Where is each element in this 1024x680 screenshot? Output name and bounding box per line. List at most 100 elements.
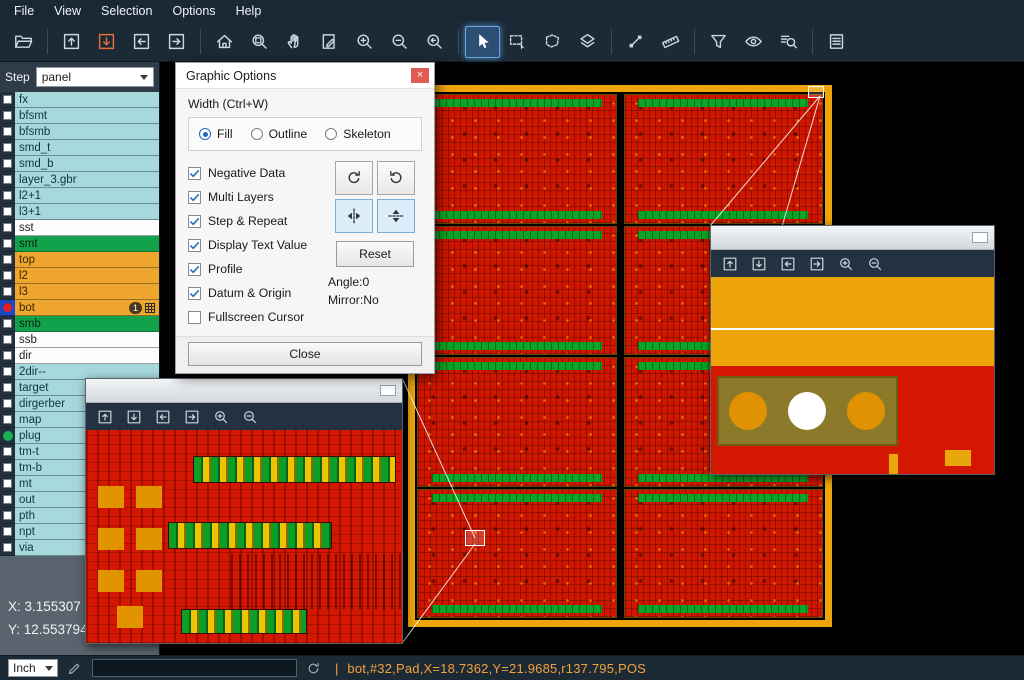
layer-visibility-checkbox[interactable]: [0, 108, 15, 124]
mag-zoom-out-button[interactable]: [860, 252, 889, 275]
import-left-button[interactable]: [124, 26, 159, 58]
layer-visibility-checkbox[interactable]: [0, 492, 15, 508]
layer-item-l2[interactable]: l2: [15, 268, 159, 284]
layer-visibility-checkbox[interactable]: [0, 316, 15, 332]
menu-options[interactable]: Options: [162, 0, 225, 22]
layer-visibility-checkbox[interactable]: [0, 348, 15, 364]
magnifier2-title-bar[interactable]: [711, 226, 994, 250]
layer-item-smb[interactable]: smb: [15, 316, 159, 332]
checkbox-multi-layers[interactable]: Multi Layers: [188, 185, 328, 209]
layer-visibility-checkbox[interactable]: [0, 380, 15, 396]
find-text-tool-button[interactable]: [771, 26, 806, 58]
mag-import-down-button[interactable]: [744, 252, 773, 275]
layer-visibility-checkbox[interactable]: [0, 444, 15, 460]
layer-visibility-checkbox[interactable]: [0, 204, 15, 220]
select-tool-button[interactable]: [465, 26, 500, 58]
unit-select[interactable]: Inch: [8, 659, 58, 677]
layer-item-sst[interactable]: sst: [15, 220, 159, 236]
filter-tool-button[interactable]: [701, 26, 736, 58]
zoom-window-button[interactable]: [242, 26, 277, 58]
visibility-tool-button[interactable]: [736, 26, 771, 58]
pan-tool-button[interactable]: [277, 26, 312, 58]
measure-line-tool-button[interactable]: [618, 26, 653, 58]
layer-visibility-checkbox[interactable]: [0, 220, 15, 236]
zoom-home-button[interactable]: [207, 26, 242, 58]
checkbox-fullscreen-cursor[interactable]: Fullscreen Cursor: [188, 305, 328, 329]
checkbox-step-repeat[interactable]: Step & Repeat: [188, 209, 328, 233]
mag-import-left-button[interactable]: [773, 252, 802, 275]
layer-visibility-checkbox[interactable]: [0, 332, 15, 348]
layer-item-fx[interactable]: fx: [15, 92, 159, 108]
layer-item-ssb[interactable]: ssb: [15, 332, 159, 348]
radio-outline[interactable]: Outline: [251, 127, 308, 141]
ruler-tool-button[interactable]: [653, 26, 688, 58]
layer-visibility-checkbox[interactable]: [0, 412, 15, 428]
menu-help[interactable]: Help: [226, 0, 272, 22]
mag-zoom-out-button[interactable]: [235, 405, 264, 428]
layer-visibility-checkbox[interactable]: [0, 540, 15, 556]
layer-item-bfsmb[interactable]: bfsmb: [15, 124, 159, 140]
mirror-vertical-button[interactable]: [377, 199, 415, 233]
mag-export-up-button[interactable]: [90, 405, 119, 428]
layer-active-indicator[interactable]: [0, 300, 15, 316]
poly-select-tool-button[interactable]: [535, 26, 570, 58]
checkbox-profile[interactable]: Profile: [188, 257, 328, 281]
layer-stack-tool-button[interactable]: [570, 26, 605, 58]
window-button-icon[interactable]: [972, 232, 988, 243]
checkbox-negative-data[interactable]: Negative Data: [188, 161, 328, 185]
rotate-ccw-button[interactable]: [377, 161, 415, 195]
magnifier1-title-bar[interactable]: [86, 379, 402, 403]
layer-visibility-checkbox[interactable]: [0, 252, 15, 268]
layer-item-bot[interactable]: bot1: [15, 300, 159, 316]
mag-export-right-button[interactable]: [177, 405, 206, 428]
layer-item-smd-b[interactable]: smd_b: [15, 156, 159, 172]
zoom-previous-button[interactable]: [417, 26, 452, 58]
layer-item-layer-3-gbr[interactable]: layer_3.gbr: [15, 172, 159, 188]
rotate-cw-button[interactable]: [335, 161, 373, 195]
layer-visibility-checkbox[interactable]: [0, 124, 15, 140]
layer-visibility-checkbox[interactable]: [0, 188, 15, 204]
mag-zoom-in-button[interactable]: [206, 405, 235, 428]
close-button[interactable]: ×: [411, 68, 429, 83]
dialog-close-button[interactable]: Close: [188, 342, 422, 366]
refresh-icon[interactable]: [306, 661, 321, 676]
mag-export-right-button[interactable]: [802, 252, 831, 275]
import-down-button[interactable]: [89, 26, 124, 58]
layer-visibility-checkbox[interactable]: [0, 268, 15, 284]
layer-visibility-checkbox[interactable]: [0, 172, 15, 188]
mirror-horizontal-button[interactable]: [335, 199, 373, 233]
layer-visibility-checkbox[interactable]: [0, 284, 15, 300]
layer-visibility-checkbox[interactable]: [0, 508, 15, 524]
layer-item-l3-1[interactable]: l3+1: [15, 204, 159, 220]
layer-item-top[interactable]: top: [15, 252, 159, 268]
layer-visibility-checkbox[interactable]: [0, 140, 15, 156]
mag-import-left-button[interactable]: [148, 405, 177, 428]
radio-skeleton[interactable]: Skeleton: [325, 127, 390, 141]
radio-fill[interactable]: Fill: [199, 127, 233, 141]
open-file-button[interactable]: [6, 26, 41, 58]
layer-item-dir[interactable]: dir: [15, 348, 159, 364]
report-tool-button[interactable]: [819, 26, 854, 58]
layer-item-l3[interactable]: l3: [15, 284, 159, 300]
layer-visibility-checkbox[interactable]: [0, 364, 15, 380]
mag-zoom-in-button[interactable]: [831, 252, 860, 275]
mag-import-down-button[interactable]: [119, 405, 148, 428]
layer-visibility-checkbox[interactable]: [0, 396, 15, 412]
layer-visibility-checkbox[interactable]: [0, 460, 15, 476]
rect-select-tool-button[interactable]: [500, 26, 535, 58]
layer-item-smt[interactable]: smt: [15, 236, 159, 252]
export-right-button[interactable]: [159, 26, 194, 58]
menu-selection[interactable]: Selection: [91, 0, 162, 22]
reset-button[interactable]: Reset: [336, 241, 414, 267]
dialog-title-bar[interactable]: Graphic Options ×: [176, 63, 434, 89]
menu-file[interactable]: File: [4, 0, 44, 22]
layer-item-smd-t[interactable]: smd_t: [15, 140, 159, 156]
command-input[interactable]: [92, 659, 297, 677]
layer-visibility-checkbox[interactable]: [0, 236, 15, 252]
checkbox-datum-origin[interactable]: Datum & Origin: [188, 281, 328, 305]
annotate-tool-button[interactable]: [312, 26, 347, 58]
checkbox-display-text-value[interactable]: Display Text Value: [188, 233, 328, 257]
layer-active-indicator[interactable]: [0, 428, 15, 444]
mag-export-up-button[interactable]: [715, 252, 744, 275]
layer-visibility-checkbox[interactable]: [0, 92, 15, 108]
